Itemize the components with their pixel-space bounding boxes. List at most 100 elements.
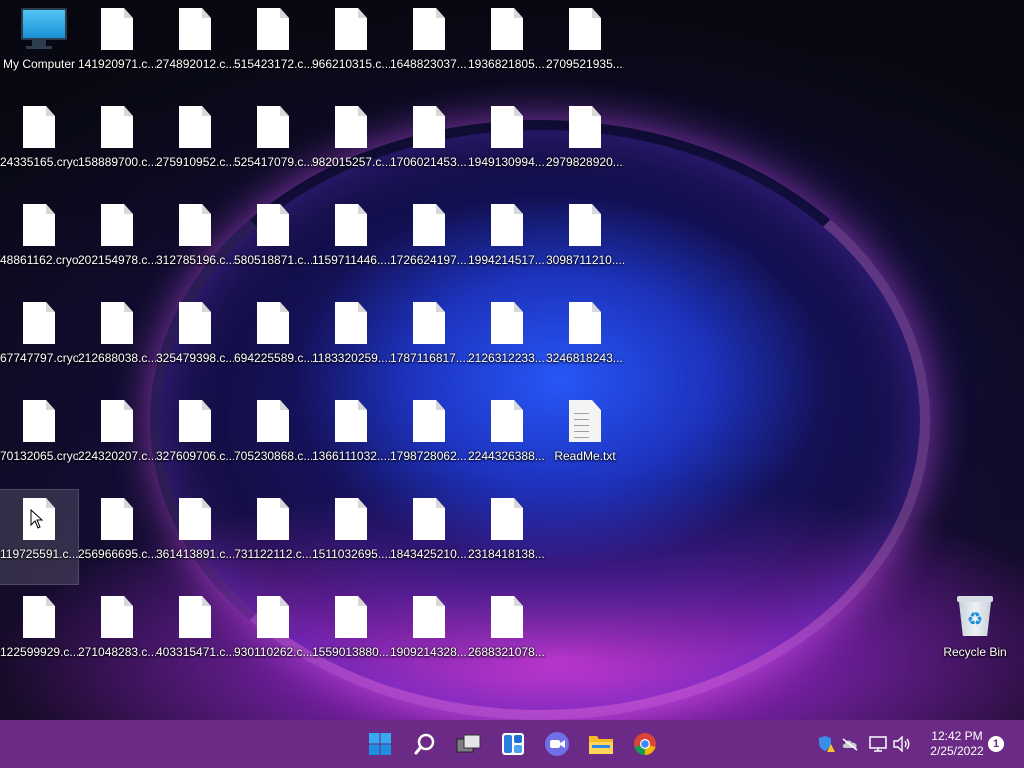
- file-explorer-icon: [589, 736, 613, 754]
- file-icon: [567, 8, 603, 52]
- icon-label: 1798728062....: [390, 449, 468, 463]
- desktop-file[interactable]: 1183320259....: [312, 294, 390, 388]
- desktop-file[interactable]: 212688038.c...: [78, 294, 156, 388]
- desktop-file[interactable]: 48861162.cryo: [0, 196, 78, 290]
- desktop-file[interactable]: 1511032695....: [312, 490, 390, 584]
- readme-file[interactable]: ReadMe.txt: [546, 392, 624, 486]
- desktop-file[interactable]: 1648823037....: [390, 0, 468, 94]
- text-file-icon: [567, 400, 603, 444]
- desktop-file[interactable]: 525417079.c...: [234, 98, 312, 192]
- start-button[interactable]: [364, 728, 396, 760]
- task-view-button[interactable]: [453, 728, 485, 760]
- my-computer-shortcut[interactable]: My Computer: [0, 0, 78, 94]
- desktop-file[interactable]: 2709521935....: [546, 0, 624, 94]
- desktop-file[interactable]: 694225589.c...: [234, 294, 312, 388]
- taskbar-clock[interactable]: 12:42 PM 2/25/2022: [918, 729, 996, 759]
- desktop-file-selected[interactable]: 119725591.c...: [0, 489, 79, 585]
- desktop-file[interactable]: 271048283.c...: [78, 588, 156, 682]
- desktop-file[interactable]: 580518871.c...: [234, 196, 312, 290]
- desktop-file[interactable]: 1159711446....: [312, 196, 390, 290]
- desktop-file[interactable]: 2979828920....: [546, 98, 624, 192]
- icon-label: 694225589.c...: [234, 351, 312, 365]
- recycle-bin-shortcut[interactable]: ♻ Recycle Bin: [936, 588, 1014, 682]
- search-button[interactable]: [409, 728, 441, 760]
- desktop-file[interactable]: 325479398.c...: [156, 294, 234, 388]
- desktop-file[interactable]: 224320207.c...: [78, 392, 156, 486]
- desktop-file[interactable]: 274892012.c...: [156, 0, 234, 94]
- icon-label: 705230868.c...: [234, 449, 312, 463]
- desktop-file[interactable]: 1706021453....: [390, 98, 468, 192]
- desktop-file[interactable]: 158889700.c...: [78, 98, 156, 192]
- file-icon: [255, 498, 291, 542]
- clock-time: 12:42 PM: [931, 729, 983, 743]
- desktop-file[interactable]: 1994214517....: [468, 196, 546, 290]
- desktop-file[interactable]: 202154978.c...: [78, 196, 156, 290]
- desktop-file[interactable]: 1909214328....: [390, 588, 468, 682]
- desktop-file[interactable]: 67747797.cryo: [0, 294, 78, 388]
- desktop-file[interactable]: 1726624197....: [390, 196, 468, 290]
- desktop-file[interactable]: 705230868.c...: [234, 392, 312, 486]
- icon-label: 274892012.c...: [156, 57, 234, 71]
- desktop-file[interactable]: 2318418138....: [468, 490, 546, 584]
- file-icon: [21, 106, 57, 150]
- desktop-file[interactable]: 3098711210....: [546, 196, 624, 290]
- onedrive-button[interactable]: [840, 734, 860, 754]
- desktop-file[interactable]: 122599929.c...: [0, 588, 78, 682]
- desktop-file[interactable]: 982015257.c...: [312, 98, 390, 192]
- icon-label: 1159711446....: [312, 253, 390, 267]
- file-icon: [489, 498, 525, 542]
- file-icon: [99, 596, 135, 640]
- desktop-file[interactable]: 1949130994....: [468, 98, 546, 192]
- file-icon: [333, 204, 369, 248]
- windows-start-icon: [369, 733, 391, 755]
- file-icon: [489, 596, 525, 640]
- desktop-file[interactable]: 312785196.c...: [156, 196, 234, 290]
- file-explorer-button[interactable]: [585, 728, 617, 760]
- file-icon: [255, 596, 291, 640]
- desktop-file[interactable]: 1798728062....: [390, 392, 468, 486]
- desktop-file[interactable]: 70132065.cryo: [0, 392, 78, 486]
- file-icon: [99, 8, 135, 52]
- file-icon: [333, 302, 369, 346]
- desktop-file[interactable]: 403315471.c...: [156, 588, 234, 682]
- file-icon: [333, 400, 369, 444]
- file-icon: [99, 498, 135, 542]
- defender-warning-button[interactable]: [816, 734, 836, 754]
- desktop-file[interactable]: 256966695.c...: [78, 490, 156, 584]
- network-icon: [869, 736, 887, 752]
- desktop-file[interactable]: 275910952.c...: [156, 98, 234, 192]
- desktop-file[interactable]: 24335165.cryo: [0, 98, 78, 192]
- widgets-button[interactable]: [497, 728, 529, 760]
- desktop-file[interactable]: 1559013880....: [312, 588, 390, 682]
- desktop-file[interactable]: 731122112.c...: [234, 490, 312, 584]
- chat-button[interactable]: [541, 728, 573, 760]
- desktop-file[interactable]: 966210315.c...: [312, 0, 390, 94]
- chrome-button[interactable]: [629, 728, 661, 760]
- file-icon: [255, 302, 291, 346]
- desktop-file[interactable]: 1936821805....: [468, 0, 546, 94]
- file-icon: [99, 400, 135, 444]
- notification-badge[interactable]: 1: [988, 736, 1004, 752]
- file-icon: [177, 400, 213, 444]
- desktop-file[interactable]: 327609706.c...: [156, 392, 234, 486]
- network-button[interactable]: [868, 734, 888, 754]
- desktop-file[interactable]: 1843425210....: [390, 490, 468, 584]
- file-icon: [255, 400, 291, 444]
- desktop-file[interactable]: 3246818243....: [546, 294, 624, 388]
- icon-label: 1843425210....: [390, 547, 468, 561]
- desktop-file[interactable]: 2126312233....: [468, 294, 546, 388]
- desktop-file[interactable]: 930110262.c...: [234, 588, 312, 682]
- file-icon: [255, 204, 291, 248]
- icon-label: 1648823037....: [390, 57, 468, 71]
- desktop-file[interactable]: 515423172.c...: [234, 0, 312, 94]
- desktop-file[interactable]: 141920971.c...: [78, 0, 156, 94]
- volume-button[interactable]: [892, 734, 912, 754]
- desktop-file[interactable]: 1366111032....: [312, 392, 390, 486]
- desktop-file[interactable]: 1787116817....: [390, 294, 468, 388]
- icon-label: 212688038.c...: [78, 351, 156, 365]
- file-icon: [489, 204, 525, 248]
- desktop-file[interactable]: 2244326388....: [468, 392, 546, 486]
- file-icon: [333, 106, 369, 150]
- desktop-file[interactable]: 2688321078....: [468, 588, 546, 682]
- desktop-file[interactable]: 361413891.c...: [156, 490, 234, 584]
